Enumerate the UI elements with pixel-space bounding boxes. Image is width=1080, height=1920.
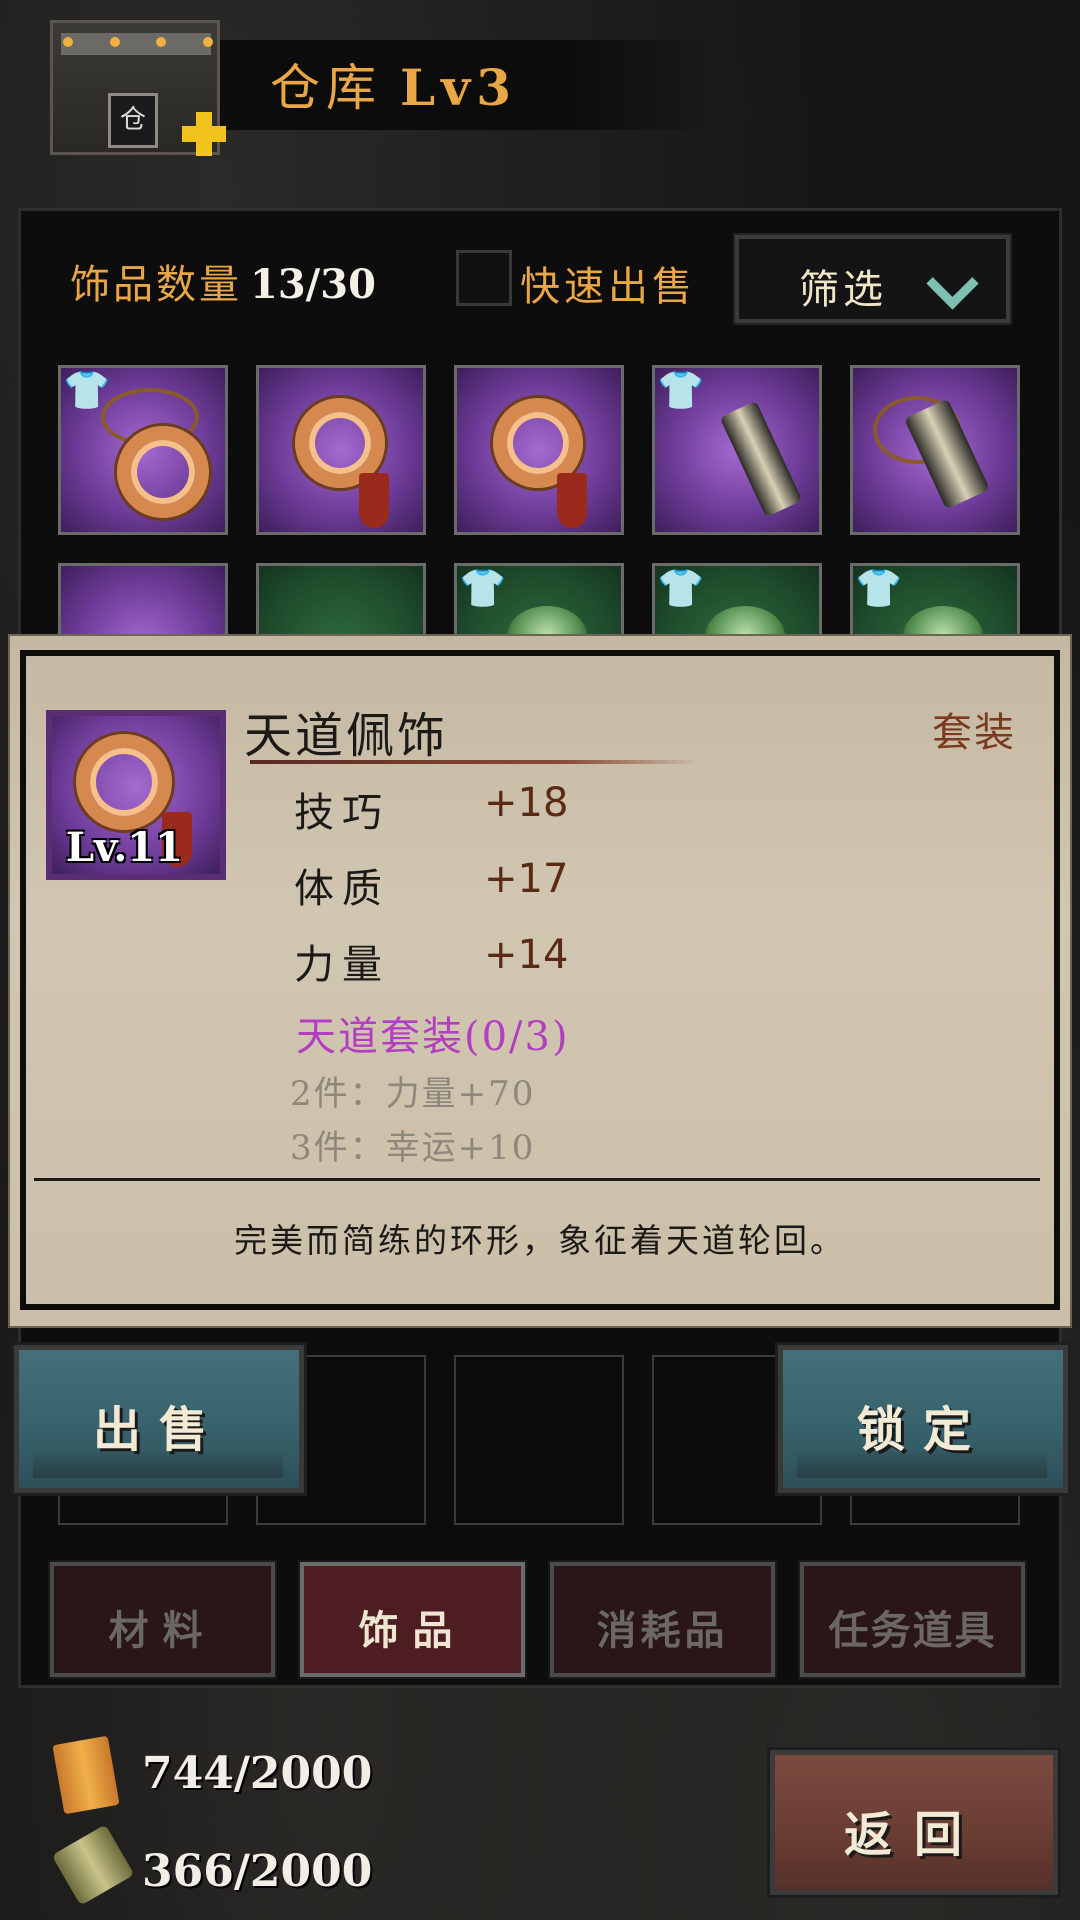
warehouse-level: Lv3 bbox=[400, 58, 517, 117]
inventory-slot-empty[interactable] bbox=[454, 1355, 624, 1525]
inventory-slot[interactable]: 👕 bbox=[58, 365, 228, 535]
stat-name: 技巧 bbox=[294, 790, 390, 836]
back-button[interactable]: 返回 bbox=[767, 1747, 1061, 1898]
tassel-icon bbox=[557, 473, 587, 528]
equipped-shirt-icon: 👕 bbox=[63, 368, 111, 412]
equipped-shirt-icon: 👕 bbox=[855, 566, 903, 610]
filter-label: 筛选 bbox=[799, 267, 887, 313]
tab-label: 饰品 bbox=[358, 1607, 467, 1654]
lock-button-label: 锁定 bbox=[856, 1402, 989, 1458]
resource-value: 744/2000 bbox=[142, 1748, 373, 1799]
resource-value: 366/2000 bbox=[142, 1846, 373, 1897]
stat-value: +18 bbox=[484, 780, 569, 826]
item-count-value: 13/30 bbox=[250, 261, 376, 308]
stat-name: 力量 bbox=[294, 942, 390, 988]
tab-label: 消耗品 bbox=[596, 1607, 729, 1654]
tube-pendant-icon bbox=[719, 400, 803, 518]
set-name: 天道套装(0/3) bbox=[296, 1014, 570, 1060]
item-level-badge: Lv.11 bbox=[66, 824, 183, 871]
filter-dropdown[interactable]: 筛选 bbox=[733, 233, 1012, 325]
tab-accessories[interactable]: 饰品 bbox=[298, 1560, 527, 1679]
sell-button[interactable]: 出售 bbox=[11, 1342, 307, 1496]
inventory-slot[interactable]: 👕 bbox=[652, 365, 822, 535]
stat-value: +17 bbox=[484, 856, 569, 902]
item-name: 天道佩饰 bbox=[244, 708, 449, 764]
chevron-down-icon bbox=[926, 257, 979, 310]
stat-value: +14 bbox=[484, 932, 569, 978]
quick-sell-label[interactable]: 快速出售 bbox=[520, 254, 696, 312]
description-divider bbox=[34, 1178, 1040, 1181]
sell-button-label: 出售 bbox=[92, 1402, 225, 1458]
back-button-label: 返回 bbox=[843, 1807, 984, 1863]
plus-icon[interactable] bbox=[178, 108, 230, 160]
item-detail-icon: Lv.11 bbox=[46, 710, 226, 880]
tab-consumables[interactable]: 消耗品 bbox=[548, 1560, 777, 1679]
equipped-shirt-icon: 👕 bbox=[459, 566, 507, 610]
equipped-shirt-icon: 👕 bbox=[657, 368, 705, 412]
ring-icon bbox=[117, 426, 209, 518]
inventory-slot[interactable] bbox=[850, 365, 1020, 535]
quick-sell-checkbox[interactable] bbox=[456, 250, 512, 306]
lantern-icons bbox=[63, 37, 213, 47]
name-divider bbox=[250, 760, 700, 764]
item-description: 完美而简练的环形，象征着天道轮回。 bbox=[234, 1221, 846, 1260]
inventory-slot[interactable] bbox=[454, 365, 624, 535]
page-title: 仓库 Lv3 bbox=[270, 48, 517, 120]
header: 仓 仓库 Lv3 bbox=[0, 0, 1080, 170]
stat-name: 体质 bbox=[294, 866, 390, 912]
set-tag: 套装 bbox=[932, 710, 1016, 756]
tab-quest-items[interactable]: 任务道具 bbox=[798, 1560, 1027, 1679]
tab-materials[interactable]: 材料 bbox=[48, 1560, 277, 1679]
set-bonus: 2件：力量+70 bbox=[290, 1074, 536, 1114]
scroll-icon bbox=[52, 1735, 120, 1815]
tab-label: 任务道具 bbox=[828, 1607, 997, 1654]
item-count: 饰品数量 13/30 bbox=[70, 252, 376, 310]
tab-label: 材料 bbox=[108, 1607, 217, 1654]
equipped-shirt-icon: 👕 bbox=[657, 566, 705, 610]
item-count-label: 饰品数量 bbox=[70, 262, 242, 308]
tassel-icon bbox=[359, 473, 389, 528]
set-bonus: 3件：幸运+10 bbox=[290, 1128, 536, 1168]
ring-pendant-icon bbox=[76, 734, 172, 830]
lock-button[interactable]: 锁定 bbox=[775, 1342, 1071, 1496]
title-text: 仓库 bbox=[270, 59, 382, 117]
inventory-slot[interactable] bbox=[256, 365, 426, 535]
door-icon: 仓 bbox=[108, 93, 158, 148]
